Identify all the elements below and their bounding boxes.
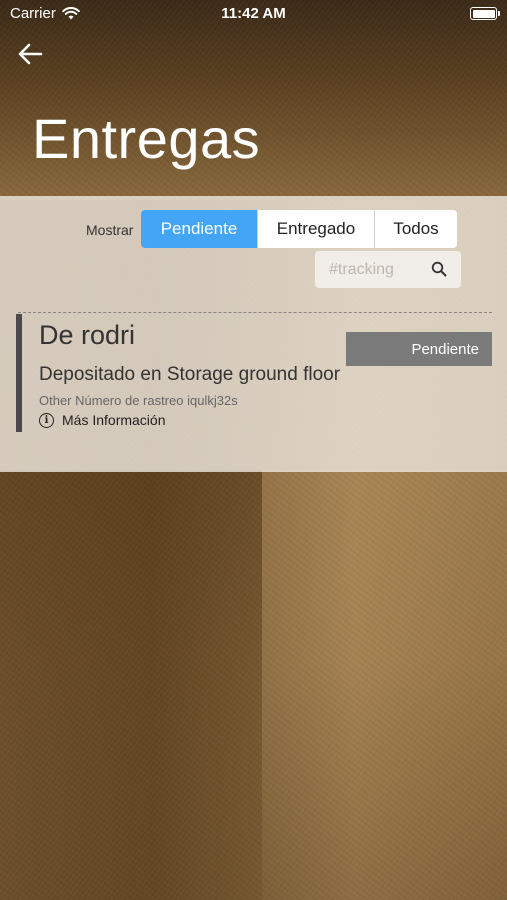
delivery-title: De rodri (39, 320, 136, 350)
delivery-status-button[interactable]: Pendiente (346, 332, 492, 366)
divider (18, 312, 492, 313)
filter-segmented-control: Pendiente Entregado Todos (141, 210, 457, 248)
battery-icon (470, 7, 500, 20)
status-bar: Carrier 11:42 AM (0, 0, 507, 28)
delivery-accent-bar (16, 314, 22, 432)
filter-entregado[interactable]: Entregado (257, 210, 374, 248)
info-icon: i (39, 412, 54, 428)
filter-pendiente[interactable]: Pendiente (141, 210, 257, 248)
delivery-location: Depositado en Storage ground floor (39, 364, 341, 385)
more-info-label: Más Información (62, 412, 166, 428)
battery-fill (472, 9, 495, 18)
delivery-tracking: Other Número de rastreo iqulkj32s (39, 393, 238, 408)
search-input[interactable] (329, 260, 429, 279)
status-time: 11:42 AM (221, 5, 286, 22)
search-box (315, 251, 461, 288)
page-title: Entregas (32, 107, 261, 170)
filter-label: Mostrar (86, 222, 134, 238)
filter-todos[interactable]: Todos (374, 210, 457, 248)
search-icon[interactable] (431, 261, 447, 277)
content-panel: Mostrar Pendiente Entregado Todos De rod… (0, 196, 507, 472)
delivery-item: De rodri Pendiente Depositado en Storage… (16, 314, 492, 432)
more-info-link[interactable]: i Más Información (39, 412, 165, 428)
arrow-left-icon (18, 43, 43, 65)
back-button[interactable] (14, 40, 46, 68)
